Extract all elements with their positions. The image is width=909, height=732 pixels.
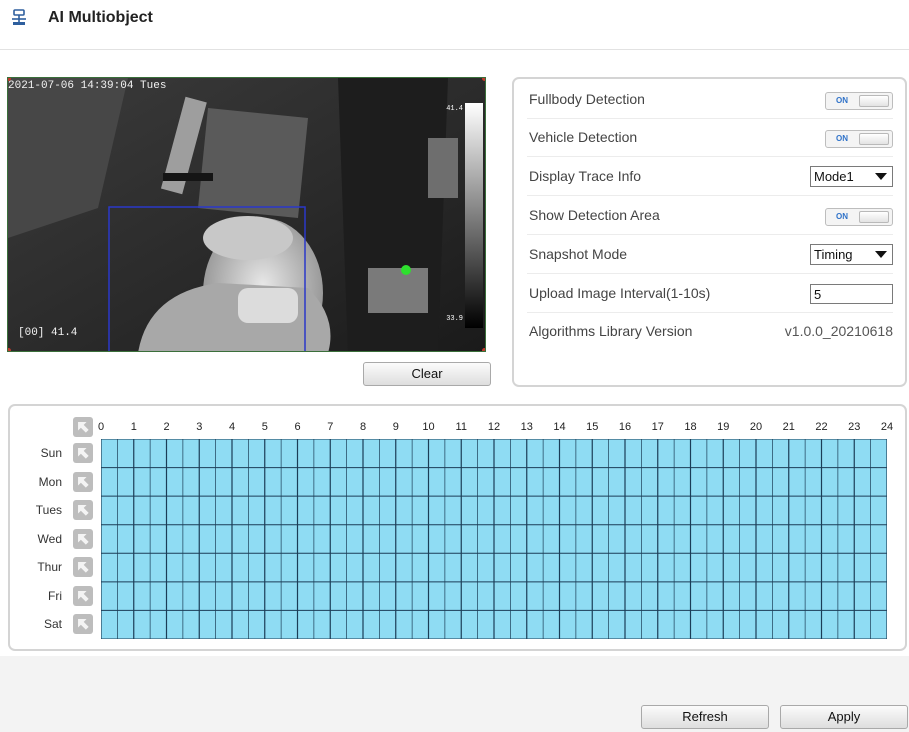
select-day-icon[interactable]: [73, 585, 93, 606]
library-version-row: Algorithms Library Version v1.0.0_202106…: [527, 313, 893, 351]
hour-label: 3: [196, 421, 203, 433]
day-label: Wed: [37, 531, 62, 546]
toggle-knob: [859, 133, 889, 145]
fullbody-detection-row: Fullbody Detection ON: [527, 81, 893, 119]
fullbody-detection-toggle[interactable]: ON: [825, 92, 893, 110]
temperature-max: 41.4: [446, 105, 463, 113]
hour-label: 1: [130, 421, 137, 433]
select-value: Mode1: [814, 169, 854, 184]
select-all-icon[interactable]: [73, 417, 93, 437]
select-value: Timing: [814, 247, 853, 262]
select-day-icon[interactable]: [73, 443, 93, 463]
show-area-toggle[interactable]: ON: [825, 208, 893, 226]
apply-button[interactable]: Apply: [780, 705, 908, 729]
page-header: AI Multiobject: [0, 0, 909, 50]
fullbody-detection-label: Fullbody Detection: [529, 91, 645, 107]
toggle-state: ON: [836, 96, 848, 105]
display-trace-label: Display Trace Info: [529, 168, 642, 184]
hour-label: 17: [651, 421, 664, 433]
upload-interval-row: Upload Image Interval(1-10s): [527, 275, 893, 313]
select-day-icon[interactable]: [73, 614, 93, 635]
refresh-button[interactable]: Refresh: [641, 705, 769, 729]
hour-label: 12: [487, 421, 501, 433]
toggle-state: ON: [836, 134, 848, 143]
day-label: Fri: [48, 588, 62, 603]
hour-label: 8: [359, 421, 367, 433]
hour-label: 4: [228, 421, 236, 433]
hour-label: 22: [815, 421, 828, 433]
video-channel-label: [00] 41.4: [18, 327, 78, 339]
toggle-state: ON: [836, 212, 848, 221]
toggle-knob: [859, 211, 889, 223]
schedule-panel: 0 1 2 3 4 5 6 7 8 9 10 11 12 13 14 15 16 17 18 19 20 21 22 23 24…: [8, 404, 907, 651]
upload-interval-input[interactable]: [810, 284, 893, 304]
hour-label: 24: [880, 421, 894, 433]
video-timestamp: 2021-07-06 14:39:04 Tues: [8, 80, 167, 92]
hour-label: 11: [455, 421, 467, 433]
hour-label: 21: [782, 421, 795, 433]
library-version-label: Algorithms Library Version: [529, 323, 693, 339]
hour-label: 2: [163, 421, 170, 433]
select-day-icon[interactable]: [73, 500, 93, 521]
hour-label: 9: [392, 421, 399, 433]
hour-label: 18: [684, 421, 697, 433]
footer-bar: [0, 656, 909, 732]
area-corner-handle[interactable]: [8, 348, 11, 351]
vehicle-detection-toggle[interactable]: ON: [825, 130, 893, 148]
hour-label: 13: [520, 421, 533, 433]
snapshot-mode-label: Snapshot Mode: [529, 246, 628, 262]
hour-label: 15: [586, 421, 599, 433]
day-label: Sun: [40, 446, 62, 460]
hour-label: 10: [422, 421, 435, 433]
clear-button[interactable]: Clear: [363, 362, 491, 386]
live-video[interactable]: 2021-07-06 14:39:04 Tues [00] 41.4 41.4 …: [7, 77, 486, 352]
snapshot-mode-row: Snapshot Mode Timing: [527, 236, 893, 274]
settings-panel: Fullbody Detection ON Vehicle Detection …: [512, 77, 907, 387]
day-label: Tues: [35, 503, 62, 518]
hour-label: 16: [618, 421, 632, 433]
camera-mount-icon: [12, 9, 26, 25]
show-area-row: Show Detection Area ON: [527, 197, 893, 235]
display-trace-row: Display Trace Info Mode1: [527, 158, 893, 196]
temperature-min: 33.9: [446, 315, 463, 323]
vehicle-detection-label: Vehicle Detection: [529, 129, 638, 145]
select-day-icon[interactable]: [73, 528, 93, 549]
chevron-down-icon: [875, 173, 887, 180]
hour-label: 0: [97, 421, 105, 433]
library-version-value: v1.0.0_20210618: [784, 323, 893, 339]
hour-label: 19: [717, 421, 730, 433]
show-area-label: Show Detection Area: [529, 207, 660, 223]
select-day-icon[interactable]: [73, 557, 93, 578]
hour-label: 14: [553, 421, 566, 433]
select-day-icon[interactable]: [73, 471, 93, 492]
hour-label: 5: [261, 421, 268, 433]
day-label: Thur: [37, 560, 62, 575]
toggle-knob: [859, 95, 889, 107]
hour-label: 20: [749, 421, 763, 433]
area-corner-handle[interactable]: [482, 348, 485, 351]
day-label: Mon: [38, 474, 62, 489]
page-title: AI Multiobject: [48, 9, 153, 26]
schedule-grid[interactable]: [101, 439, 887, 639]
display-trace-select[interactable]: Mode1: [810, 166, 893, 187]
video-frame: [8, 78, 485, 351]
area-corner-handle[interactable]: [482, 78, 485, 81]
hour-label: 23: [848, 421, 861, 433]
chevron-down-icon: [875, 251, 887, 258]
hour-label: 7: [327, 421, 334, 433]
vehicle-detection-row: Vehicle Detection ON: [527, 119, 893, 157]
day-label: Sat: [43, 617, 62, 632]
hour-label: 6: [294, 421, 301, 433]
upload-interval-label: Upload Image Interval(1-10s): [529, 285, 711, 301]
snapshot-mode-select[interactable]: Timing: [810, 244, 893, 265]
